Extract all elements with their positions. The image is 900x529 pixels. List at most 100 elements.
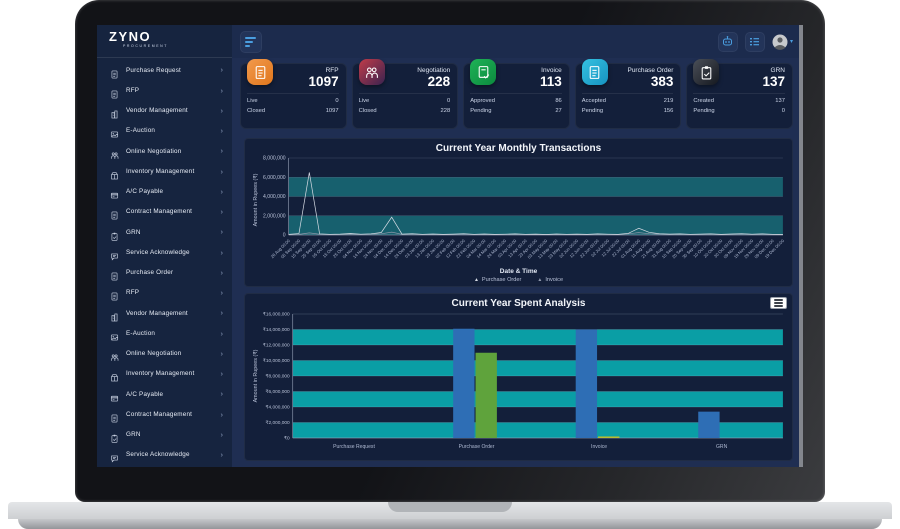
chatbot-icon xyxy=(723,36,733,46)
monthly-transactions-chart[interactable]: 8,000,000 6,000,000 4,000,000 2,000,000 0 Amo… xyxy=(248,155,789,267)
e-auction-icon xyxy=(110,329,119,341)
sidebar-item-rfp[interactable]: RFP › xyxy=(97,80,232,100)
kpi-row: Closed 228 xyxy=(359,107,451,117)
chevron-right-icon: › xyxy=(220,369,224,379)
kpi-card-grn[interactable]: GRN 137 Created 137 Pending 0 xyxy=(686,59,793,129)
sidebar-item-a-c-payable[interactable]: A/C Payable › xyxy=(97,182,232,202)
sidebar-item-label: Purchase Request xyxy=(126,66,182,74)
kpi-row-value: 219 xyxy=(663,98,674,104)
sidebar-item-grn[interactable]: GRN › xyxy=(97,222,232,242)
svg-text:Amount in Rupees (₹): Amount in Rupees (₹) xyxy=(253,173,259,226)
sidebar-item-inventory-management[interactable]: Inventory Management › xyxy=(97,364,232,384)
sidebar-item-service-acknowledge[interactable]: Service Acknowledge › xyxy=(97,242,232,262)
invoice-card-icon xyxy=(470,59,497,85)
svg-text:₹12,000,000: ₹12,000,000 xyxy=(263,343,290,349)
chevron-right-icon: › xyxy=(220,85,224,95)
kpi-row-value: 228 xyxy=(440,107,451,114)
kpi-row: Closed 1097 xyxy=(247,107,339,117)
sidebar-item-online-negotiation[interactable]: Online Negotiation › xyxy=(97,344,232,364)
sidebar-item-online-negotiation[interactable]: Online Negotiation › xyxy=(97,141,232,161)
sidebar-item-vendor-management[interactable]: Vendor Management › xyxy=(97,303,232,323)
sidebar-item-label: E-Auction xyxy=(126,127,156,135)
kpi-row-value: 86 xyxy=(555,98,562,104)
svg-text:₹10,000,000: ₹10,000,000 xyxy=(263,358,290,364)
chevron-right-icon: › xyxy=(220,288,224,298)
svg-text:4,000,000: 4,000,000 xyxy=(263,194,286,200)
inventory-management-icon xyxy=(110,167,119,180)
task-list-button[interactable] xyxy=(744,31,765,52)
service-acknowledge-icon xyxy=(110,248,119,261)
kpi-row: Pending 156 xyxy=(582,107,674,117)
spent-analysis-chart[interactable]: ₹16,000,000 ₹14,000,000 ₹12,000,000 ₹10,000… xyxy=(248,310,789,460)
kpi-value: 383 xyxy=(650,74,674,89)
vendor-management-icon xyxy=(110,106,119,119)
sidebar-item-contract-management[interactable]: Contract Management › xyxy=(97,404,232,424)
chevron-right-icon: › xyxy=(220,389,224,399)
chevron-right-icon: › xyxy=(220,227,224,237)
chevron-right-icon: › xyxy=(220,328,224,338)
sidebar-item-label: GRN xyxy=(126,228,141,236)
sidebar-toggle-button[interactable] xyxy=(240,30,262,53)
chevron-right-icon: › xyxy=(220,348,224,358)
sidebar-item-label: Contract Management xyxy=(126,410,193,418)
kpi-card-purchase-order[interactable]: Purchase Order 383 Accepted 219 Pending 156 xyxy=(574,59,682,129)
kpi-title: Negotiation xyxy=(417,67,451,74)
task-list-icon xyxy=(750,38,760,46)
legend-label: Purchase Order xyxy=(481,277,522,283)
kpi-row-label: Approved xyxy=(470,98,496,104)
sidebar-item-label: E-Auction xyxy=(126,329,156,337)
scrollbar[interactable] xyxy=(799,25,803,467)
sidebar-item-inventory-management[interactable]: Inventory Management › xyxy=(97,161,232,181)
kpi-row-label: Pending xyxy=(693,107,715,114)
chevron-right-icon: › xyxy=(220,146,224,156)
kpi-rows: Created 137 Pending 0 xyxy=(693,93,785,116)
chart-menu-button[interactable] xyxy=(770,297,787,309)
svg-text:Purchase Request: Purchase Request xyxy=(333,444,375,450)
sidebar-item-label: Contract Management xyxy=(126,208,193,216)
sidebar-item-label: RFP xyxy=(126,86,140,94)
rfp-icon xyxy=(110,288,119,301)
sidebar-item-purchase-order[interactable]: Purchase Order › xyxy=(97,263,232,283)
e-auction-icon xyxy=(110,126,119,138)
sidebar-item-vendor-management[interactable]: Vendor Management › xyxy=(97,101,232,121)
kpi-card-invoice[interactable]: Invoice 113 Approved 86 Pending 27 xyxy=(463,59,570,129)
ac-payable-icon xyxy=(110,187,119,199)
kpi-cards-row: RFP 1097 Live 0 Closed 1097 Negotiation 228 Live… xyxy=(240,59,793,129)
sidebar-item-a-c-payable[interactable]: A/C Payable › xyxy=(97,384,232,404)
sidebar-nav: Purchase Request › RFP › Vendor Management › E… xyxy=(97,58,232,467)
chevron-right-icon: › xyxy=(220,429,224,439)
svg-text:₹0: ₹0 xyxy=(284,436,290,442)
brand-logo[interactable]: ZYNO PROCUREMENT xyxy=(97,25,232,58)
online-negotiation-icon xyxy=(110,147,119,159)
kpi-row: Live 0 xyxy=(359,97,451,107)
chevron-right-icon: › xyxy=(220,409,224,419)
chatbot-button[interactable] xyxy=(717,31,738,52)
sidebar-item-contract-management[interactable]: Contract Management › xyxy=(97,202,232,222)
svg-text:8,000,000: 8,000,000 xyxy=(263,156,286,162)
legend-item-invoice[interactable]: ▲ Invoice xyxy=(537,277,563,283)
kpi-card-rfp[interactable]: RFP 1097 Live 0 Closed 1097 xyxy=(240,59,347,129)
chart-title: Current Year Spent Analysis xyxy=(451,298,586,309)
svg-text:Invoice: Invoice xyxy=(591,444,607,450)
sidebar-item-label: A/C Payable xyxy=(126,188,164,196)
sidebar-item-rfp[interactable]: RFP › xyxy=(97,283,232,303)
purchase-request-icon xyxy=(110,66,119,78)
user-menu[interactable]: ▾ xyxy=(772,34,793,50)
rfp-icon xyxy=(110,86,119,99)
legend-item-purchase-order[interactable]: ▲ Purchase Order xyxy=(474,277,521,283)
sidebar-item-purchase-request[interactable]: Purchase Request › xyxy=(97,60,232,80)
chevron-right-icon: › xyxy=(220,247,224,257)
kpi-rows: Live 0 Closed 1097 xyxy=(247,93,339,116)
chevron-right-icon: › xyxy=(220,126,224,136)
chevron-right-icon: › xyxy=(220,105,224,115)
laptop-base-bottom xyxy=(18,519,882,529)
kpi-rows: Accepted 219 Pending 156 xyxy=(581,93,674,117)
sidebar-item-service-acknowledge[interactable]: Service Acknowledge › xyxy=(97,445,232,465)
sidebar-item-e-auction[interactable]: E-Auction › xyxy=(97,121,232,141)
sidebar-item-grn[interactable]: GRN › xyxy=(97,425,232,445)
chevron-right-icon: › xyxy=(220,450,224,460)
kpi-title: GRN xyxy=(770,67,785,74)
kpi-card-negotiation[interactable]: Negotiation 228 Live 0 Closed 228 xyxy=(351,59,459,129)
sidebar-item-e-auction[interactable]: E-Auction › xyxy=(97,323,232,343)
kpi-row-label: Closed xyxy=(358,107,377,114)
